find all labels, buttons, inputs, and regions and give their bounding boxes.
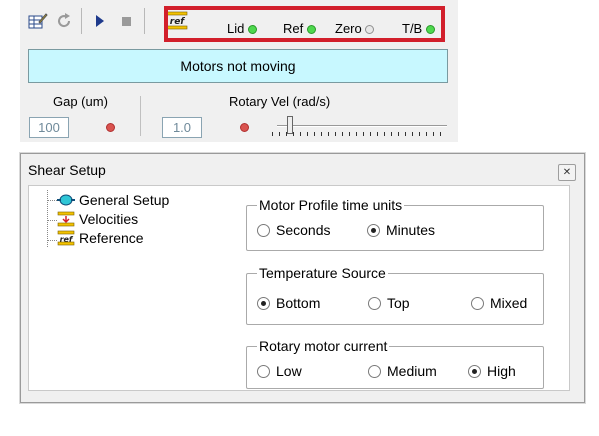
radio-indicator [471, 296, 484, 310]
motor-status-text: Motors not moving [180, 58, 296, 74]
lid-label: Lid [227, 21, 245, 36]
radio-label: Medium [387, 363, 437, 379]
gap-status-led [106, 123, 115, 132]
radio-label: Bottom [276, 295, 321, 311]
radio-label: High [487, 363, 516, 379]
velocities-icon [57, 211, 75, 227]
radio-label: Mixed [490, 295, 528, 311]
tree-item-general-setup[interactable]: General Setup [57, 192, 169, 208]
radio-top[interactable]: Top [368, 295, 410, 311]
panel-separator [140, 96, 141, 136]
general-setup-icon [57, 193, 75, 207]
radio-low[interactable]: Low [257, 363, 302, 379]
rotary-slider-track[interactable] [277, 125, 447, 127]
tree-item-label: Velocities [79, 211, 139, 227]
tree-connector [47, 240, 57, 241]
rotary-slider-ticks [272, 132, 447, 136]
motor-profile-time-units-group: Motor Profile time units Seconds Minutes [246, 197, 544, 251]
radio-minutes[interactable]: Minutes [367, 222, 435, 238]
gap-value: 100 [38, 120, 60, 135]
toolbar-separator [144, 8, 145, 34]
reference-icon: ref [57, 230, 75, 246]
rotary-vel-label: Rotary Vel (rad/s) [229, 94, 331, 109]
group-title: Rotary motor current [257, 338, 390, 354]
tb-label: T/B [402, 21, 423, 36]
radio-indicator [368, 364, 381, 378]
group-title: Motor Profile time units [257, 197, 405, 213]
radio-label: Minutes [386, 222, 436, 238]
radio-indicator [257, 223, 270, 237]
radio-indicator [367, 223, 380, 237]
tb-indicator: T/B [402, 21, 435, 36]
tree-item-label: Reference [79, 230, 144, 246]
radio-indicator [257, 296, 270, 310]
lid-indicator: Lid [227, 21, 257, 36]
radio-bottom[interactable]: Bottom [257, 295, 320, 311]
radio-mixed[interactable]: Mixed [471, 295, 527, 311]
lid-status-led [247, 25, 257, 35]
rotary-status-led [240, 123, 249, 132]
radio-label: Seconds [276, 222, 331, 238]
radio-label: Top [387, 295, 410, 311]
zero-status-led [365, 25, 375, 35]
tree-connector [47, 200, 57, 201]
refresh-icon[interactable] [53, 10, 75, 32]
radio-medium[interactable]: Medium [368, 363, 437, 379]
radio-label: Low [276, 363, 302, 379]
ref-status-led [306, 25, 316, 35]
tree-item-velocities[interactable]: Velocities [57, 211, 138, 227]
radio-indicator [468, 364, 481, 378]
shear-setup-dialog: Shear Setup ✕ General Setup Velocities r… [20, 153, 585, 403]
rotary-vel-input[interactable]: 1.0 [162, 117, 202, 138]
close-icon[interactable]: ✕ [558, 164, 576, 181]
tree-connector [47, 190, 48, 247]
group-title: Temperature Source [257, 265, 388, 281]
rotary-motor-current-group: Rotary motor current Low Medium High [246, 338, 544, 389]
temperature-source-group: Temperature Source Bottom Top Mixed [246, 265, 544, 325]
stop-icon[interactable] [115, 10, 137, 32]
blank-area [458, 0, 599, 142]
dialog-title: Shear Setup [28, 162, 106, 178]
radio-high[interactable]: High [468, 363, 516, 379]
play-icon[interactable] [89, 10, 111, 32]
radio-seconds[interactable]: Seconds [257, 222, 330, 238]
tb-status-led [425, 25, 435, 35]
gap-input[interactable]: 100 [29, 117, 69, 138]
motor-status-bar: Motors not moving [28, 49, 448, 83]
radio-indicator [257, 364, 270, 378]
ref-label: Ref [283, 21, 304, 36]
ref-indicator: Ref [283, 21, 316, 36]
edit-table-icon[interactable] [27, 10, 49, 32]
zero-indicator: Zero [335, 21, 375, 36]
tree-connector [47, 220, 57, 221]
tree-item-reference[interactable]: ref Reference [57, 230, 144, 246]
rotary-vel-value: 1.0 [172, 120, 192, 135]
gap-label: Gap (um) [53, 94, 108, 109]
radio-indicator [368, 296, 381, 310]
setup-panel: General Setup Velocities ref Reference M… [28, 185, 570, 391]
tree-item-label: General Setup [79, 192, 170, 208]
toolbar-separator [81, 8, 82, 34]
zero-label: Zero [335, 21, 362, 36]
